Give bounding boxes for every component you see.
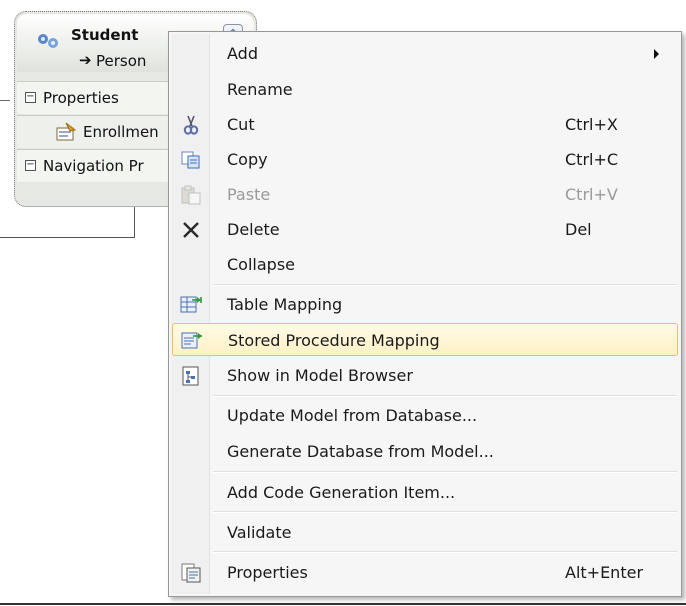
menu-item-properties[interactable]: Properties Alt+Enter — [172, 556, 678, 589]
menu-item-shortcut: Ctrl+V — [565, 185, 618, 204]
menu-item-cut[interactable]: Cut Ctrl+X — [172, 108, 678, 141]
menu-item-shortcut: Ctrl+C — [565, 150, 619, 169]
menu-item-generate-database-from-model[interactable]: Generate Database from Model... — [172, 435, 678, 468]
copy-icon — [181, 151, 200, 169]
menu-item-show-in-model-browser[interactable]: Show in Model Browser — [172, 359, 678, 392]
menu-item-validate[interactable]: Validate — [172, 516, 678, 549]
menu-separator — [213, 395, 677, 397]
menu-item-label: Copy — [227, 150, 268, 169]
properties-icon — [181, 563, 201, 583]
menu-separator — [213, 551, 677, 553]
properties-expander-icon[interactable]: − — [25, 92, 36, 103]
association-connector-horizontal — [0, 237, 135, 238]
entity-type-icon — [38, 34, 58, 48]
menu-item-label: Paste — [227, 185, 271, 204]
menu-item-shortcut: Del — [565, 220, 592, 239]
menu-item-label: Cut — [227, 115, 255, 134]
model-browser-icon — [182, 366, 199, 386]
properties-section-label: Properties — [43, 89, 119, 107]
scissors-icon — [183, 115, 199, 135]
delete-x-icon — [183, 222, 199, 238]
menu-separator — [213, 511, 677, 513]
menu-item-stored-procedure-mapping[interactable]: Stored Procedure Mapping — [172, 323, 678, 356]
diagram-bottom-line — [0, 603, 686, 605]
left-connector-stub — [0, 100, 10, 101]
menu-item-table-mapping[interactable]: Table Mapping — [172, 288, 678, 321]
submenu-arrow-icon — [654, 49, 659, 59]
menu-item-label: Stored Procedure Mapping — [228, 331, 440, 350]
inheritance-arrow-icon: ➔ — [79, 51, 92, 69]
entity-name: Student — [71, 26, 139, 44]
menu-item-add[interactable]: Add — [172, 37, 678, 70]
menu-item-label: Generate Database from Model... — [227, 442, 494, 461]
menu-item-shortcut: Ctrl+X — [565, 115, 618, 134]
table-mapping-icon — [180, 296, 202, 313]
menu-separator — [213, 284, 677, 286]
menu-item-label: Collapse — [227, 255, 295, 274]
context-menu: Add Rename Cut Ctrl+X Copy Ctrl+C Paste — [168, 31, 682, 597]
menu-item-label: Add Code Generation Item... — [227, 483, 456, 502]
menu-separator — [213, 471, 677, 473]
stored-procedure-mapping-icon — [181, 332, 202, 349]
menu-item-label: Table Mapping — [227, 295, 343, 314]
menu-item-copy[interactable]: Copy Ctrl+C — [172, 143, 678, 176]
menu-item-update-model-from-database[interactable]: Update Model from Database... — [172, 399, 678, 432]
menu-item-label: Show in Model Browser — [227, 366, 413, 385]
navigation-section-label: Navigation Pr — [43, 157, 144, 175]
navigation-expander-icon[interactable]: − — [25, 160, 36, 171]
menu-item-label: Delete — [227, 220, 280, 239]
menu-item-rename[interactable]: Rename — [172, 73, 678, 106]
entity-base-type: Person — [96, 52, 147, 70]
paste-icon — [181, 185, 201, 205]
menu-item-shortcut: Alt+Enter — [565, 563, 644, 582]
property-label: Enrollmen — [83, 123, 159, 141]
menu-item-collapse[interactable]: Collapse — [172, 248, 678, 281]
menu-item-label: Properties — [227, 563, 308, 582]
property-icon — [56, 122, 77, 141]
menu-item-label: Rename — [227, 80, 293, 99]
menu-item-delete[interactable]: Delete Del — [172, 213, 678, 246]
menu-item-paste[interactable]: Paste Ctrl+V — [172, 178, 678, 211]
menu-item-label: Add — [227, 44, 258, 63]
menu-item-label: Validate — [227, 523, 292, 542]
association-connector — [134, 207, 135, 237]
menu-item-label: Update Model from Database... — [227, 406, 478, 425]
menu-item-add-code-generation-item[interactable]: Add Code Generation Item... — [172, 476, 678, 509]
